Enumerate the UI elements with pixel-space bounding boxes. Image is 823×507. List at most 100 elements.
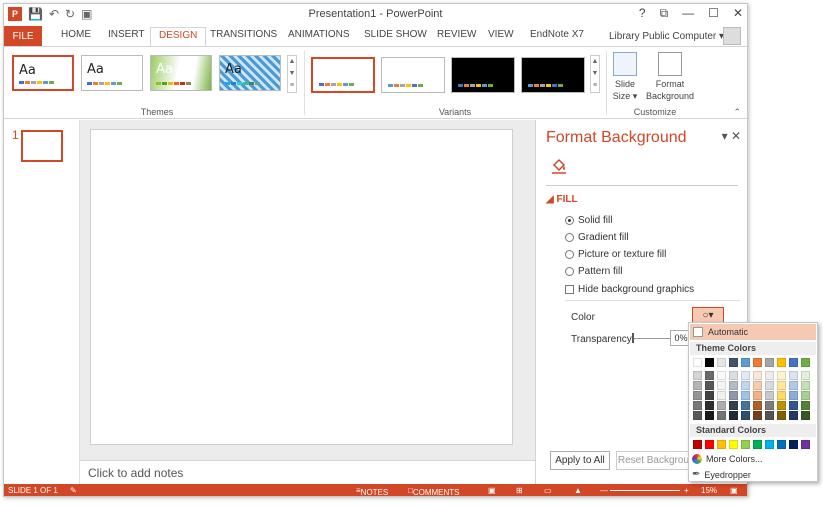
theme-color-swatch[interactable] xyxy=(789,371,798,380)
standard-color-swatch[interactable] xyxy=(753,440,762,449)
normal-view-icon[interactable]: ▣ xyxy=(488,486,496,495)
theme-color-swatch[interactable] xyxy=(753,358,762,367)
theme-color-swatch[interactable] xyxy=(717,411,726,420)
theme-color-swatch[interactable] xyxy=(777,411,786,420)
theme-color-swatch[interactable] xyxy=(741,401,750,410)
slide-sorter-icon[interactable]: ⊞ xyxy=(516,486,523,495)
standard-color-swatch[interactable] xyxy=(765,440,774,449)
theme-color-swatch[interactable] xyxy=(765,411,774,420)
collapse-ribbon-icon[interactable]: ⌃ xyxy=(733,107,741,118)
theme-color-swatch[interactable] xyxy=(741,391,750,400)
theme-color-swatch[interactable] xyxy=(753,401,762,410)
zoom-slider[interactable] xyxy=(610,490,680,491)
format-background-button[interactable]: Format Background xyxy=(644,52,696,102)
theme-color-swatch[interactable] xyxy=(741,381,750,390)
tab-animations[interactable]: ANIMATIONS xyxy=(288,29,349,40)
standard-color-swatch[interactable] xyxy=(777,440,786,449)
theme-color-swatch[interactable] xyxy=(705,401,714,410)
notes-toggle[interactable]: ≡ NOTES xyxy=(356,486,388,496)
tab-insert[interactable]: INSERT xyxy=(108,29,145,40)
theme-color-swatch[interactable] xyxy=(801,401,810,410)
theme-color-swatch[interactable] xyxy=(741,411,750,420)
zoom-level[interactable]: 15% xyxy=(701,486,717,495)
solid-fill-option[interactable]: Solid fill xyxy=(565,215,612,226)
theme-color-swatch[interactable] xyxy=(729,358,738,367)
theme-color-swatch[interactable] xyxy=(801,411,810,420)
theme-color-swatch[interactable] xyxy=(789,411,798,420)
avatar[interactable] xyxy=(723,27,741,45)
tab-design[interactable]: DESIGN xyxy=(150,27,207,47)
theme-color-swatch[interactable] xyxy=(693,391,702,400)
theme-color-swatch[interactable] xyxy=(765,371,774,380)
theme-color-swatch[interactable] xyxy=(729,371,738,380)
minimize-icon[interactable]: — xyxy=(682,6,694,21)
more-colors-option[interactable]: More Colors... xyxy=(692,454,763,464)
theme-color-swatch[interactable] xyxy=(729,391,738,400)
transparency-slider-thumb[interactable] xyxy=(632,333,634,343)
pane-options-icon[interactable]: ▾ xyxy=(722,129,728,143)
ribbon-display-icon[interactable]: ⧉ xyxy=(660,6,669,21)
theme-color-swatch[interactable] xyxy=(801,358,810,367)
gradient-fill-option[interactable]: Gradient fill xyxy=(565,232,629,243)
zoom-in-icon[interactable]: + xyxy=(684,486,689,495)
fill-section-header[interactable]: ◢ FILL xyxy=(546,194,578,205)
theme-color-swatch[interactable] xyxy=(705,371,714,380)
theme-color-swatch[interactable] xyxy=(777,401,786,410)
theme-color-swatch[interactable] xyxy=(765,391,774,400)
fill-bucket-icon[interactable] xyxy=(550,157,568,175)
theme-color-swatch[interactable] xyxy=(801,391,810,400)
theme-office-alt[interactable]: Aa xyxy=(81,55,143,91)
theme-color-swatch[interactable] xyxy=(765,358,774,367)
theme-color-swatch[interactable] xyxy=(801,371,810,380)
theme-color-swatch[interactable] xyxy=(693,401,702,410)
theme-color-swatch[interactable] xyxy=(789,381,798,390)
themes-gallery-scroll[interactable]: ▲ ▼ ≡ xyxy=(287,55,297,93)
standard-color-swatch[interactable] xyxy=(717,440,726,449)
theme-color-swatch[interactable] xyxy=(753,381,762,390)
theme-color-swatch[interactable] xyxy=(693,411,702,420)
tab-slide-show[interactable]: SLIDE SHOW xyxy=(364,29,427,40)
theme-color-swatch[interactable] xyxy=(729,411,738,420)
reading-view-icon[interactable]: ▭ xyxy=(544,486,552,495)
theme-color-swatch[interactable] xyxy=(777,391,786,400)
theme-color-swatch[interactable] xyxy=(753,411,762,420)
notes-pane[interactable]: Click to add notes xyxy=(80,460,535,484)
theme-color-swatch[interactable] xyxy=(765,381,774,390)
theme-color-swatch[interactable] xyxy=(777,358,786,367)
theme-color-swatch[interactable] xyxy=(693,371,702,380)
theme-color-swatch[interactable] xyxy=(717,401,726,410)
standard-color-swatch[interactable] xyxy=(741,440,750,449)
spelling-icon[interactable]: ✎ xyxy=(70,486,77,495)
hide-background-graphics-option[interactable]: Hide background graphics xyxy=(565,284,694,295)
pattern-fill-option[interactable]: Pattern fill xyxy=(565,266,622,277)
apply-to-all-button[interactable]: Apply to All xyxy=(550,451,610,470)
close-pane-icon[interactable]: ✕ xyxy=(731,129,741,143)
help-icon[interactable]: ? xyxy=(639,6,646,21)
theme-color-swatch[interactable] xyxy=(729,401,738,410)
eyedropper-option[interactable]: ✒ Eyedropper xyxy=(692,469,751,480)
theme-facet[interactable]: Aa xyxy=(150,55,212,91)
slide-size-button[interactable]: Slide Size ▾ xyxy=(610,52,640,102)
standard-color-swatch[interactable] xyxy=(789,440,798,449)
theme-color-swatch[interactable] xyxy=(777,371,786,380)
standard-color-swatch[interactable] xyxy=(705,440,714,449)
slide-canvas[interactable] xyxy=(90,129,513,445)
variant-2[interactable] xyxy=(381,57,445,93)
comments-toggle[interactable]: □ COMMENTS xyxy=(408,486,460,496)
zoom-out-icon[interactable]: — xyxy=(600,486,608,495)
standard-color-swatch[interactable] xyxy=(801,440,810,449)
slide-thumbnail[interactable] xyxy=(21,130,63,162)
variant-4[interactable] xyxy=(521,57,585,93)
theme-color-swatch[interactable] xyxy=(693,358,702,367)
theme-color-swatch[interactable] xyxy=(705,381,714,390)
slideshow-view-icon[interactable]: ▲ xyxy=(574,486,582,495)
standard-color-swatch[interactable] xyxy=(693,440,702,449)
variants-gallery-scroll[interactable]: ▲ ▼ ≡ xyxy=(590,55,600,93)
theme-integral[interactable]: Aa xyxy=(219,55,281,91)
picture-fill-option[interactable]: Picture or texture fill xyxy=(565,249,666,260)
user-account[interactable]: Library Public Computer ▾ xyxy=(609,31,724,42)
tab-view[interactable]: VIEW xyxy=(488,29,514,40)
theme-color-swatch[interactable] xyxy=(753,371,762,380)
tab-transitions[interactable]: TRANSITIONS xyxy=(210,29,277,40)
variant-3[interactable] xyxy=(451,57,515,93)
